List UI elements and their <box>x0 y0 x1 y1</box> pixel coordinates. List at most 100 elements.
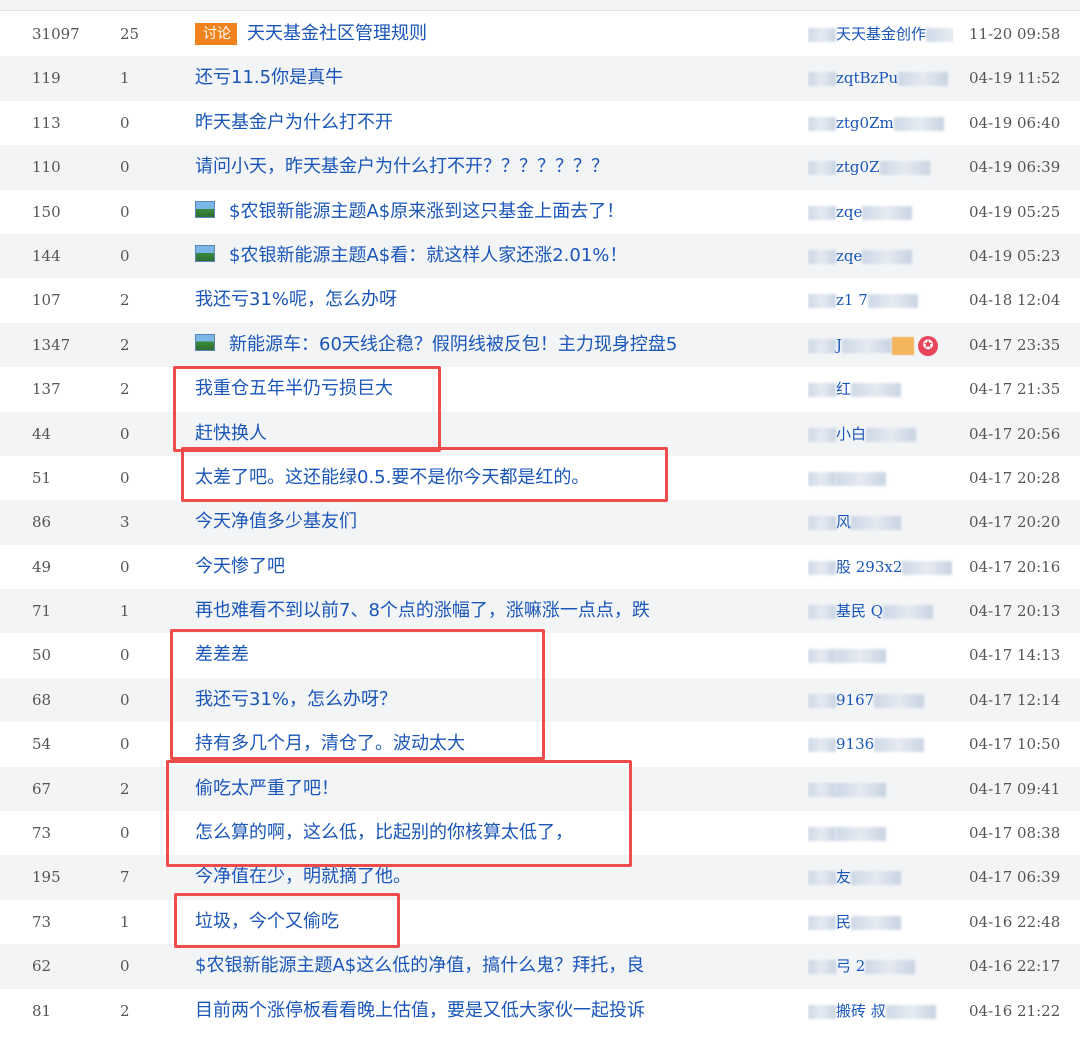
post-title-text: 今净值在少，明就摘了他。 <box>195 866 411 888</box>
read-count: 81 <box>32 1001 52 1020</box>
post-title-text: 还亏11.5你是真牛 <box>195 67 344 89</box>
author-link[interactable]: 基民 Q <box>808 589 953 633</box>
post-time: 04-17 20:28 <box>969 468 1061 487</box>
post-title-link[interactable]: 还亏11.5你是真牛 <box>195 56 795 100</box>
author-link[interactable]: 弓 2 <box>808 944 953 988</box>
author-blur <box>867 294 918 309</box>
post-title-link[interactable]: 今天净值多少基友们 <box>195 500 795 544</box>
author-link[interactable]: 友 <box>808 855 953 899</box>
author-blur <box>851 516 902 531</box>
author-blur <box>836 782 886 797</box>
author-link[interactable]: 小白 <box>808 412 953 456</box>
read-count: 144 <box>32 246 61 265</box>
post-title-text: 目前两个涨停板看看晚上估值，要是又低大家伙一起投诉 <box>195 999 645 1021</box>
reply-count: 2 <box>120 380 130 399</box>
table-row: 73 1 垃圾，今个又偷吃 民 04-16 22:48 <box>0 900 1080 944</box>
author-link[interactable] <box>808 633 953 677</box>
post-title-text: 天天基金社区管理规则 <box>247 23 427 44</box>
author-blur <box>808 827 836 842</box>
read-count: 150 <box>32 202 61 221</box>
reply-count: 2 <box>120 291 130 310</box>
reply-count: 2 <box>120 779 130 798</box>
post-title-link[interactable]: $农银新能源主题A$这么低的净值，搞什么鬼？拜托，良 <box>195 944 795 988</box>
author-link[interactable]: 民 <box>808 900 953 944</box>
post-title-link[interactable]: 请问小天，昨天基金户为什么打不开？？？？？？？ <box>195 145 795 189</box>
post-title-link[interactable]: 再也难看不到以前7、8个点的涨幅了，涨嘛涨一点点，跌 <box>195 589 795 633</box>
post-title-link[interactable]: 昨天基金户为什么打不开 <box>195 101 795 145</box>
author-link[interactable]: ztg0Zm <box>808 101 953 145</box>
post-title-link[interactable]: 赶快换人 <box>195 412 795 456</box>
author-blur <box>808 1004 836 1019</box>
author-link[interactable]: z1 7 <box>808 278 953 322</box>
post-title-link[interactable]: 太差了吧。这还能绿0.5.要不是你今天都是红的。 <box>195 456 795 500</box>
author-blur <box>862 205 913 220</box>
author-link[interactable]: 风 <box>808 500 953 544</box>
read-count: 119 <box>32 69 61 88</box>
reply-count: 1 <box>120 602 130 621</box>
post-title-link[interactable]: 今天惨了吧 <box>195 545 795 589</box>
post-title-text: $农银新能源主题A$原来涨到这只基金上面去了！ <box>229 200 625 222</box>
top-bar <box>0 0 1080 11</box>
post-title-link[interactable]: $农银新能源主题A$看：就这样人家还涨2.01%！ <box>195 234 795 278</box>
post-title-link[interactable]: 垃圾，今个又偷吃 <box>195 900 795 944</box>
post-title-link[interactable]: $农银新能源主题A$原来涨到这只基金上面去了！ <box>195 190 795 234</box>
author-link[interactable] <box>808 767 953 811</box>
author-link[interactable]: 红 <box>808 367 953 411</box>
post-title-link[interactable]: 持有多几个月，清仓了。波动太大 <box>195 722 795 766</box>
read-count: 62 <box>32 957 52 976</box>
post-time: 04-17 21:35 <box>969 380 1061 399</box>
author-link[interactable]: 股 293x2 <box>808 545 953 589</box>
author-link[interactable]: zqe <box>808 190 953 234</box>
read-count: 107 <box>32 291 61 310</box>
reply-count: 0 <box>120 646 130 665</box>
post-title-text: 我还亏31%呢，怎么办呀 <box>195 289 398 311</box>
author-blur <box>885 1004 936 1019</box>
author-link[interactable]: ztg0Z <box>808 145 953 189</box>
read-count: 113 <box>32 113 61 132</box>
post-time: 04-19 06:39 <box>969 158 1061 177</box>
author-link[interactable]: 9136 <box>808 722 953 766</box>
post-title-link[interactable]: 目前两个涨停板看看晚上估值，要是又低大家伙一起投诉 <box>195 989 795 1033</box>
author-name: 弓 2 <box>836 957 866 976</box>
post-time: 04-17 20:16 <box>969 557 1061 576</box>
author-blur <box>879 161 930 176</box>
author-link[interactable] <box>808 456 953 500</box>
author-link[interactable]: 9167 <box>808 678 953 722</box>
reply-count: 0 <box>120 113 130 132</box>
post-title-link[interactable]: 我还亏31%呢，怎么办呀 <box>195 278 795 322</box>
author-link[interactable]: 天天基金创作 <box>808 12 953 56</box>
post-title-link[interactable]: 偷吃太严重了吧！ <box>195 767 795 811</box>
post-title-text: 今天惨了吧 <box>195 555 285 577</box>
author-blur <box>808 560 836 575</box>
post-time: 04-17 23:35 <box>969 335 1061 354</box>
read-count: 1347 <box>32 335 71 354</box>
post-list: 31097 25 讨论 天天基金社区管理规则 天天基金创作 11-20 09:58 119 1… <box>0 12 1080 1033</box>
post-title-text: 太差了吧。这还能绿0.5.要不是你今天都是红的。 <box>195 466 590 488</box>
author-link[interactable]: J ✪ <box>808 323 953 367</box>
author-link[interactable]: 搬砖 叔 <box>808 989 953 1033</box>
post-time: 04-19 05:25 <box>969 202 1061 221</box>
read-count: 73 <box>32 912 52 931</box>
post-title-link[interactable]: 今净值在少，明就摘了他。 <box>195 855 795 899</box>
author-blur <box>874 738 925 753</box>
author-link[interactable]: zqtBzPu <box>808 56 953 100</box>
author-blur <box>893 116 944 131</box>
author-name: 基民 Q <box>836 602 884 621</box>
table-row: 67 2 偷吃太严重了吧！ 04-17 09:41 <box>0 766 1080 812</box>
post-title-link[interactable]: 新能源车：60天线企稳？假阴线被反包！主力现身控盘5 <box>195 323 795 367</box>
author-link[interactable] <box>808 811 953 855</box>
post-title-link[interactable]: 怎么算的啊，这么低，比起别的你核算太低了， <box>195 811 795 855</box>
post-title-link[interactable]: 差差差 <box>195 633 795 677</box>
post-title-link[interactable]: 我还亏31%，怎么办呀？ <box>195 678 795 722</box>
post-title-link[interactable]: 我重仓五年半仍亏损巨大 <box>195 367 795 411</box>
table-row: 54 0 持有多几个月，清仓了。波动太大 9136 04-17 10:50 <box>0 722 1080 766</box>
post-title-text: 我重仓五年半仍亏损巨大 <box>195 378 393 400</box>
post-title-text: $农银新能源主题A$这么低的净值，搞什么鬼？拜托，良 <box>195 955 645 977</box>
post-title-link[interactable]: 讨论 天天基金社区管理规则 <box>195 12 795 56</box>
author-name: 风 <box>836 513 852 532</box>
author-link[interactable]: zqe <box>808 234 953 278</box>
author-name: zqe <box>836 246 863 265</box>
post-time: 04-17 06:39 <box>969 868 1061 887</box>
post-title-text: 垃圾，今个又偷吃 <box>195 910 339 932</box>
post-time: 11-20 09:58 <box>969 25 1061 43</box>
